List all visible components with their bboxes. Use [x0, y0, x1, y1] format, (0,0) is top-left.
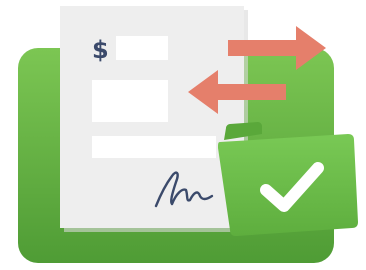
- invoice-document-icon: $: [60, 6, 248, 232]
- currency-symbol: $: [92, 36, 109, 64]
- address-field: [92, 80, 168, 122]
- illustration-canvas: $: [18, 6, 358, 263]
- description-field: [92, 136, 216, 158]
- amount-field: [116, 36, 168, 60]
- invoice-approval-illustration: $: [0, 0, 366, 270]
- folder-body: [218, 134, 358, 236]
